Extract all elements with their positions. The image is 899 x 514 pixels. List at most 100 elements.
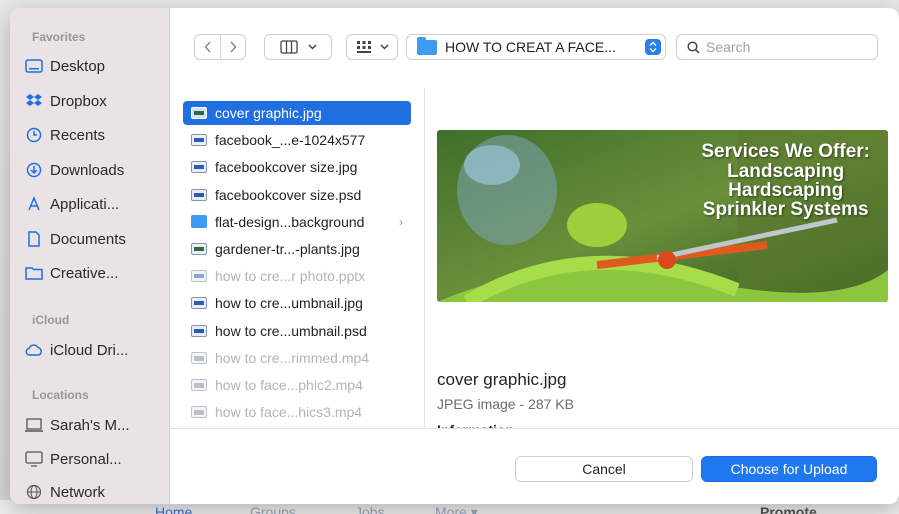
applications-icon [24, 194, 44, 214]
sidebar-item-label: Recents [50, 126, 106, 144]
chevron-right-icon: › [399, 214, 403, 229]
file-name: gardener-tr...-plants.jpg [215, 241, 360, 257]
search-input[interactable] [706, 39, 866, 55]
sidebar-item-applications[interactable]: Applicati... [24, 191, 166, 217]
file-name: cover graphic.jpg [215, 105, 322, 121]
search-icon [687, 40, 700, 54]
sidebar-item-label: Applicati... [50, 195, 120, 213]
file-icon [191, 270, 207, 283]
file-name: flat-design...background [215, 213, 365, 230]
file-row[interactable]: cover graphic.jpg [183, 101, 411, 125]
file-row[interactable]: facebook_...e-1024x577 [183, 128, 411, 152]
file-list: cover graphic.jpg facebook_...e-1024x577f… [170, 88, 425, 428]
bg-nav-more: More ▾ [435, 504, 478, 514]
favorites-heading: Favorites [32, 30, 86, 44]
sidebar-item-label: Desktop [50, 57, 106, 75]
sidebar-item-label: Dropbox [50, 92, 107, 110]
back-button[interactable] [196, 35, 220, 59]
file-name: how to cre...r photo.pptx [215, 268, 366, 285]
choose-for-upload-button[interactable]: Choose for Upload [701, 456, 877, 482]
location-popup[interactable]: HOW TO CREAT A FACE... [406, 34, 666, 60]
sidebar-item-label: Network [50, 483, 106, 501]
file-row[interactable]: how to cre...r photo.pptx [183, 264, 411, 288]
cancel-button[interactable]: Cancel [515, 456, 693, 482]
sidebar-item-downloads[interactable]: Downloads [24, 157, 166, 183]
file-row[interactable]: facebookcover size.psd [183, 183, 411, 207]
sidebar-item-network[interactable]: Network [24, 479, 166, 504]
sidebar-item-label: Documents [50, 230, 126, 248]
preview-overlay-text: Services We Offer: Landscaping Hardscapi… [701, 141, 870, 220]
folder-icon [191, 215, 207, 229]
sidebar-item-personal[interactable]: Personal... [24, 446, 166, 472]
icloud-heading: iCloud [32, 313, 70, 327]
chevron-down-icon [307, 44, 317, 50]
file-icon [191, 161, 207, 174]
sidebar-item-recents[interactable]: Recents [24, 122, 166, 148]
folder-icon [24, 263, 44, 283]
sidebar-item-documents[interactable]: Documents [24, 226, 166, 252]
download-icon [24, 160, 44, 180]
preview-meta: JPEG image - 287 KB [437, 396, 574, 412]
display-icon [24, 449, 44, 469]
laptop-icon [24, 415, 44, 435]
clock-icon [24, 125, 44, 145]
sidebar-item-icloud-drive[interactable]: iCloud Dri... [24, 337, 166, 363]
bg-promote: Promote [760, 504, 817, 514]
bg-nav-home: Home [155, 504, 193, 514]
sidebar-item-desktop[interactable]: Desktop [24, 53, 166, 79]
video-file-icon [191, 351, 207, 364]
dialog-footer: Cancel Choose for Upload [170, 428, 899, 504]
file-name: how to cre...rimmed.mp4 [215, 349, 370, 366]
sidebar-item-label: Sarah's M... [50, 416, 130, 434]
file-name: how to cre...umbnail.psd [215, 322, 367, 339]
preview-filename: cover graphic.jpg [437, 370, 567, 389]
toolbar: HOW TO CREAT A FACE... [170, 8, 899, 88]
file-row[interactable]: how to face...phic2.mp4 [183, 373, 411, 397]
sidebar-item-label: Personal... [50, 450, 122, 468]
file-row[interactable]: how to cre...umbnail.psd [183, 319, 411, 343]
file-row[interactable]: facebookcover size.jpg [183, 155, 411, 179]
image-file-icon [191, 243, 207, 255]
group-by-button[interactable] [346, 34, 398, 60]
folder-icon [417, 36, 437, 55]
file-row[interactable]: how to cre...umbnail.jpg [183, 291, 411, 315]
sidebar-item-dropbox[interactable]: Dropbox [24, 88, 166, 114]
desktop-icon [24, 56, 44, 76]
file-row[interactable]: gardener-tr...-plants.jpg [183, 237, 411, 261]
file-open-dialog: Favorites Desktop Dropbox Recents Downlo… [10, 8, 899, 504]
file-name: how to face...hics3.mp4 [215, 404, 363, 421]
sidebar-item-creative[interactable]: Creative... [24, 260, 166, 286]
sidebar-item-label: Downloads [50, 161, 125, 179]
preview-pane: Services We Offer: Landscaping Hardscapi… [425, 88, 899, 430]
video-file-icon [191, 379, 207, 391]
file-name: how to cre...umbnail.jpg [215, 295, 363, 312]
overlay-line: Hardscaping [728, 180, 844, 201]
file-name: how to face...phic2.mp4 [215, 377, 363, 393]
search-field[interactable] [676, 34, 878, 60]
cloud-icon [24, 340, 44, 360]
file-name: facebookcover size.psd [215, 186, 362, 203]
document-icon [24, 229, 44, 249]
overlay-line: Sprinkler Systems [702, 199, 869, 220]
file-icon [191, 188, 207, 201]
overlay-line: Services We Offer: [701, 141, 870, 162]
chevron-right-icon [229, 41, 237, 53]
chevron-left-icon [204, 41, 211, 53]
dropbox-icon [24, 91, 44, 111]
forward-button[interactable] [220, 35, 244, 59]
sidebar: Favorites Desktop Dropbox Recents Downlo… [10, 8, 170, 504]
preview-image: Services We Offer: Landscaping Hardscapi… [437, 130, 888, 302]
file-name: facebook_...e-1024x577 [215, 132, 366, 149]
file-row[interactable]: how to cre...rimmed.mp4 [183, 346, 411, 370]
overlay-line: Landscaping [727, 161, 845, 182]
image-file-icon [191, 107, 207, 119]
view-mode-button[interactable] [264, 34, 332, 60]
sidebar-item-sarahs-mac[interactable]: Sarah's M... [24, 412, 166, 438]
file-icon [191, 134, 207, 147]
locations-heading: Locations [32, 388, 89, 402]
file-row[interactable]: flat-design...background › [183, 210, 411, 234]
file-row[interactable]: how to face...hics3.mp4 [183, 400, 411, 424]
sidebar-item-label: Creative... [50, 264, 119, 282]
up-down-arrows-icon [645, 39, 661, 55]
nav-back-forward [194, 34, 246, 60]
